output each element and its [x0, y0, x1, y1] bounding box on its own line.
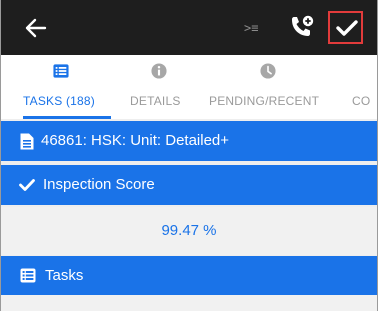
- tab-pending-recent[interactable]: PENDING/RECENT: [209, 55, 333, 119]
- active-tab-indicator: [23, 116, 111, 119]
- tasks-section-label: Tasks: [45, 267, 84, 284]
- score-row: 99.47 %: [1, 207, 377, 255]
- inspection-title: 46861: HSK: Unit: Detailed+: [41, 132, 230, 149]
- tab-strip: TASKS (188) DETAILS PENDING/RECENT CO: [1, 55, 377, 119]
- clock-icon: [260, 63, 276, 79]
- indent-menu-icon[interactable]: >≡: [244, 20, 268, 36]
- tab-partial-label: CO: [352, 94, 371, 108]
- back-arrow-icon[interactable]: [23, 16, 49, 40]
- add-call-icon[interactable]: [288, 14, 316, 40]
- tab-details[interactable]: DETAILS: [130, 55, 190, 119]
- info-icon: [151, 63, 167, 79]
- confirm-button[interactable]: [328, 11, 363, 44]
- inspection-header-bar[interactable]: 46861: HSK: Unit: Detailed+: [1, 121, 377, 161]
- tab-tasks-label: TASKS (188): [23, 94, 96, 108]
- list-icon: [53, 64, 69, 78]
- top-app-bar: >≡: [1, 0, 377, 55]
- inspection-score-value: 99.47 %: [161, 222, 217, 239]
- tab-pending-recent-label: PENDING/RECENT: [209, 94, 320, 108]
- inspection-score-bar[interactable]: Inspection Score: [1, 165, 377, 205]
- tasks-section-bar[interactable]: Tasks: [1, 256, 377, 295]
- content-area: [1, 295, 377, 311]
- document-icon: [20, 133, 34, 150]
- checkmark-icon: [19, 179, 35, 191]
- tab-details-label: DETAILS: [130, 94, 181, 108]
- tab-partial[interactable]: CO: [352, 55, 377, 119]
- app-screen: >≡ TASKS (188) DETAILS PENDING/RECENT CO…: [0, 0, 378, 311]
- inspection-score-label: Inspection Score: [43, 176, 155, 193]
- list-icon: [20, 268, 36, 283]
- tab-tasks[interactable]: TASKS (188): [23, 55, 111, 119]
- checkmark-icon: [336, 20, 358, 36]
